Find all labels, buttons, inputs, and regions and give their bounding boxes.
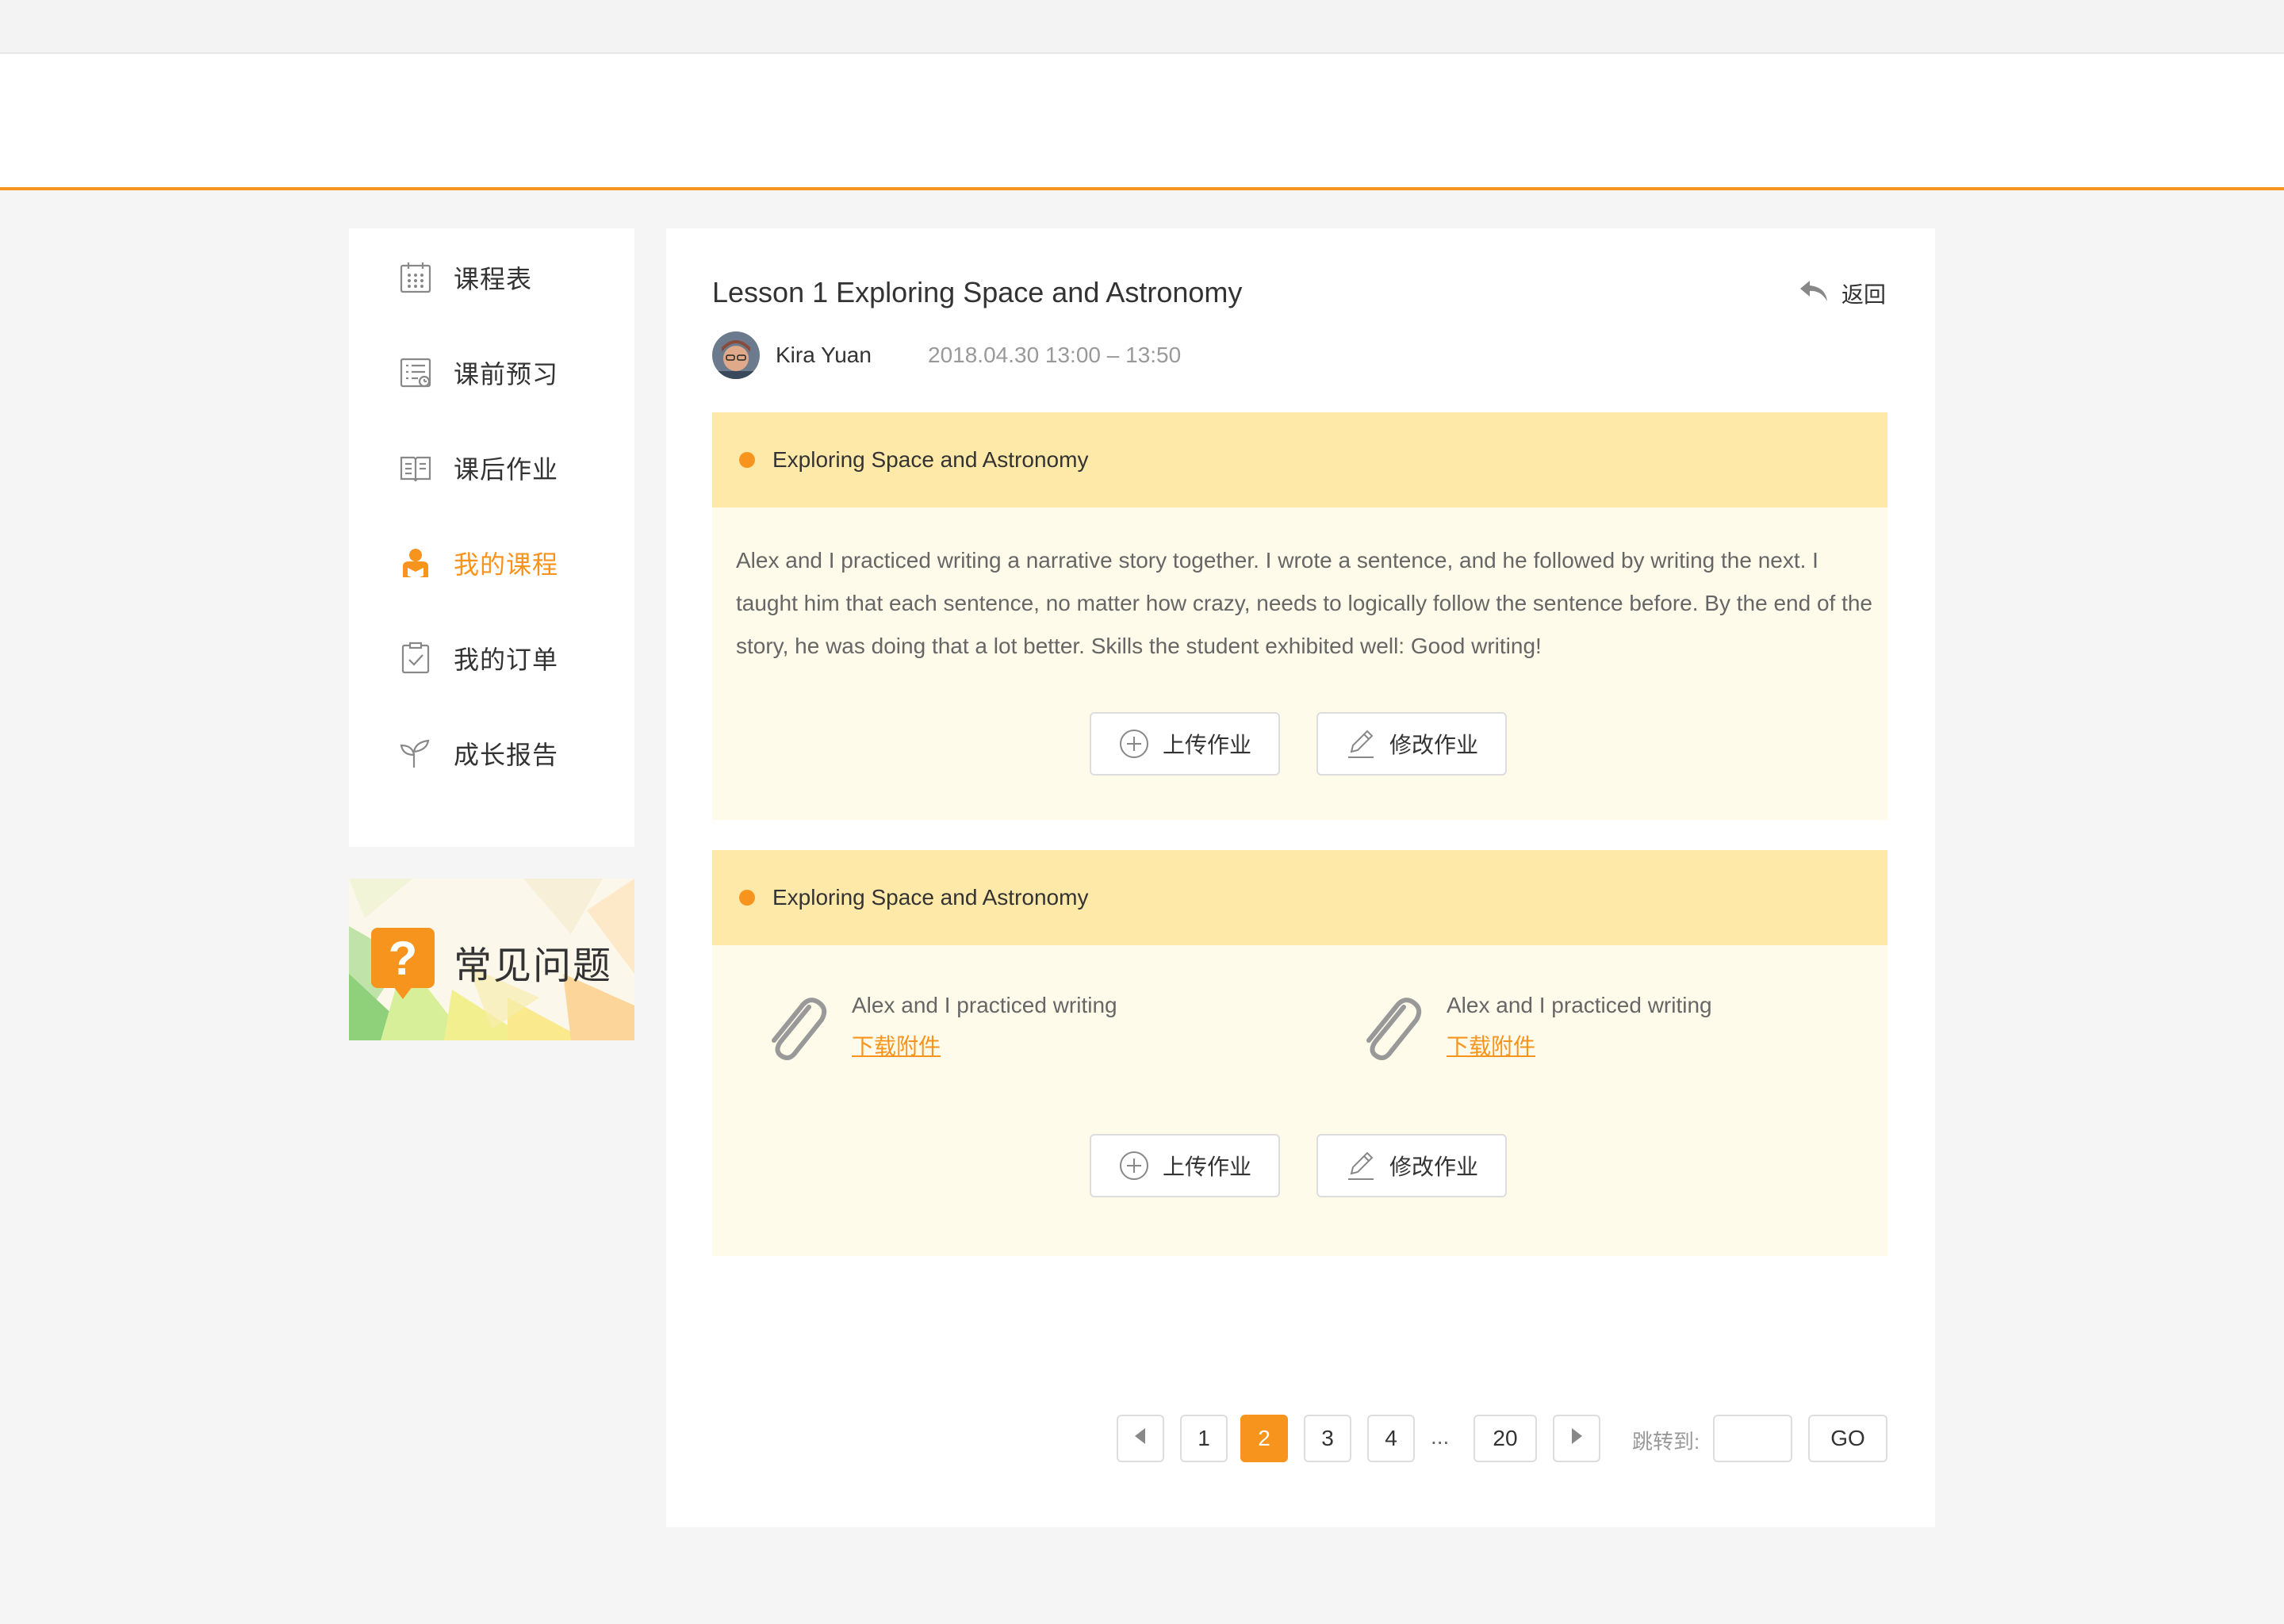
page-button-3[interactable]: 3 xyxy=(1304,1415,1351,1462)
back-button[interactable]: 返回 xyxy=(1799,278,1886,309)
attachment-item: Alex and I practiced writing 下载附件 xyxy=(1351,986,1712,1063)
page-button-2[interactable]: 2 xyxy=(1240,1415,1288,1462)
sidebar-item-label: 成长报告 xyxy=(454,741,559,769)
plus-circle-icon xyxy=(1118,728,1150,760)
sidebar-item-preview[interactable]: 课前预习 xyxy=(397,349,558,396)
pencil-icon xyxy=(1345,1150,1377,1182)
plus-circle-icon xyxy=(1118,1150,1150,1182)
open-book-icon xyxy=(397,449,435,487)
jump-page-input[interactable] xyxy=(1713,1415,1792,1462)
site-header xyxy=(0,54,2284,190)
faq-banner[interactable]: ? 常见问题 xyxy=(349,879,634,1040)
avatar xyxy=(712,331,760,379)
calendar-icon xyxy=(397,259,435,297)
block-heading: Exploring Space and Astronomy xyxy=(772,885,1089,910)
pencil-icon xyxy=(1345,728,1377,760)
edit-homework-button[interactable]: 修改作业 xyxy=(1316,712,1507,776)
main-content: Lesson 1 Exploring Space and Astronomy 返… xyxy=(666,228,1935,1527)
browser-top-strip xyxy=(0,0,2284,54)
download-attachment-link[interactable]: 下载附件 xyxy=(852,1029,941,1061)
question-badge-icon: ? xyxy=(371,928,435,999)
checklist-icon xyxy=(397,354,435,392)
edit-homework-button[interactable]: 修改作业 xyxy=(1316,1134,1507,1197)
sidebar-item-label: 课程表 xyxy=(454,265,533,293)
edit-label: 修改作业 xyxy=(1389,1155,1478,1179)
next-page-button[interactable] xyxy=(1553,1415,1600,1462)
triangle-left-icon xyxy=(1132,1426,1148,1451)
homework-block: Exploring Space and Astronomy Alex and I… xyxy=(712,412,1887,820)
page-button-4[interactable]: 4 xyxy=(1367,1415,1415,1462)
lesson-time: 2018.04.30 13:00 – 13:50 xyxy=(928,343,1182,367)
edit-label: 修改作业 xyxy=(1389,733,1478,757)
page-ellipsis: ... xyxy=(1431,1424,1450,1449)
sidebar-item-homework[interactable]: 课后作业 xyxy=(397,444,558,492)
upload-homework-button[interactable]: 上传作业 xyxy=(1090,712,1280,776)
sprout-icon xyxy=(397,734,435,772)
attachment-item: Alex and I practiced writing 下载附件 xyxy=(757,986,1117,1063)
sidebar-item-orders[interactable]: 我的订单 xyxy=(397,634,558,682)
sidebar-item-schedule[interactable]: 课程表 xyxy=(397,254,532,301)
status-dot-icon xyxy=(739,890,755,906)
sidebar-item-growth-report[interactable]: 成长报告 xyxy=(397,730,558,777)
upload-homework-button[interactable]: 上传作业 xyxy=(1090,1134,1280,1197)
reply-arrow-icon xyxy=(1799,279,1830,308)
download-attachment-link[interactable]: 下载附件 xyxy=(1447,1029,1535,1061)
sidebar-item-label: 课前预习 xyxy=(454,360,559,389)
block-heading: Exploring Space and Astronomy xyxy=(772,447,1089,472)
sidebar-item-label: 课后作业 xyxy=(454,455,559,484)
status-dot-icon xyxy=(739,452,755,468)
triangle-right-icon xyxy=(1569,1426,1585,1451)
faq-title: 常见问题 xyxy=(454,945,613,987)
attachment-name: Alex and I practiced writing xyxy=(852,993,1117,1017)
back-label: 返回 xyxy=(1841,282,1887,307)
feedback-text: Alex and I practiced writing a narrative… xyxy=(736,548,1873,658)
upload-label: 上传作业 xyxy=(1162,733,1251,757)
prev-page-button[interactable] xyxy=(1117,1415,1164,1462)
upload-label: 上传作业 xyxy=(1162,1155,1251,1179)
teacher-name: Kira Yuan xyxy=(776,343,872,367)
sidebar-item-label: 我的订单 xyxy=(454,645,559,674)
page-button-1[interactable]: 1 xyxy=(1180,1415,1228,1462)
jump-to-label: 跳转到: xyxy=(1632,1430,1700,1454)
lesson-title: Lesson 1 Exploring Space and Astronomy xyxy=(712,276,1243,308)
sidebar: 课程表 课前预习 课后作业 我的课程 我的订单 成长报告 xyxy=(349,228,634,847)
paperclip-icon xyxy=(757,986,833,1063)
attachment-name: Alex and I practiced writing xyxy=(1447,993,1712,1017)
sidebar-item-label: 我的课程 xyxy=(454,550,559,579)
sidebar-item-my-courses[interactable]: 我的课程 xyxy=(397,539,558,587)
student-icon xyxy=(397,544,435,582)
block-header: Exploring Space and Astronomy xyxy=(712,850,1887,945)
clipboard-check-icon xyxy=(397,639,435,677)
block-header: Exploring Space and Astronomy xyxy=(712,412,1887,508)
page-button-20[interactable]: 20 xyxy=(1473,1415,1537,1462)
go-button[interactable]: GO xyxy=(1808,1415,1887,1462)
paperclip-icon xyxy=(1351,986,1428,1063)
attachment-block: Exploring Space and Astronomy Alex and I… xyxy=(712,850,1887,1256)
